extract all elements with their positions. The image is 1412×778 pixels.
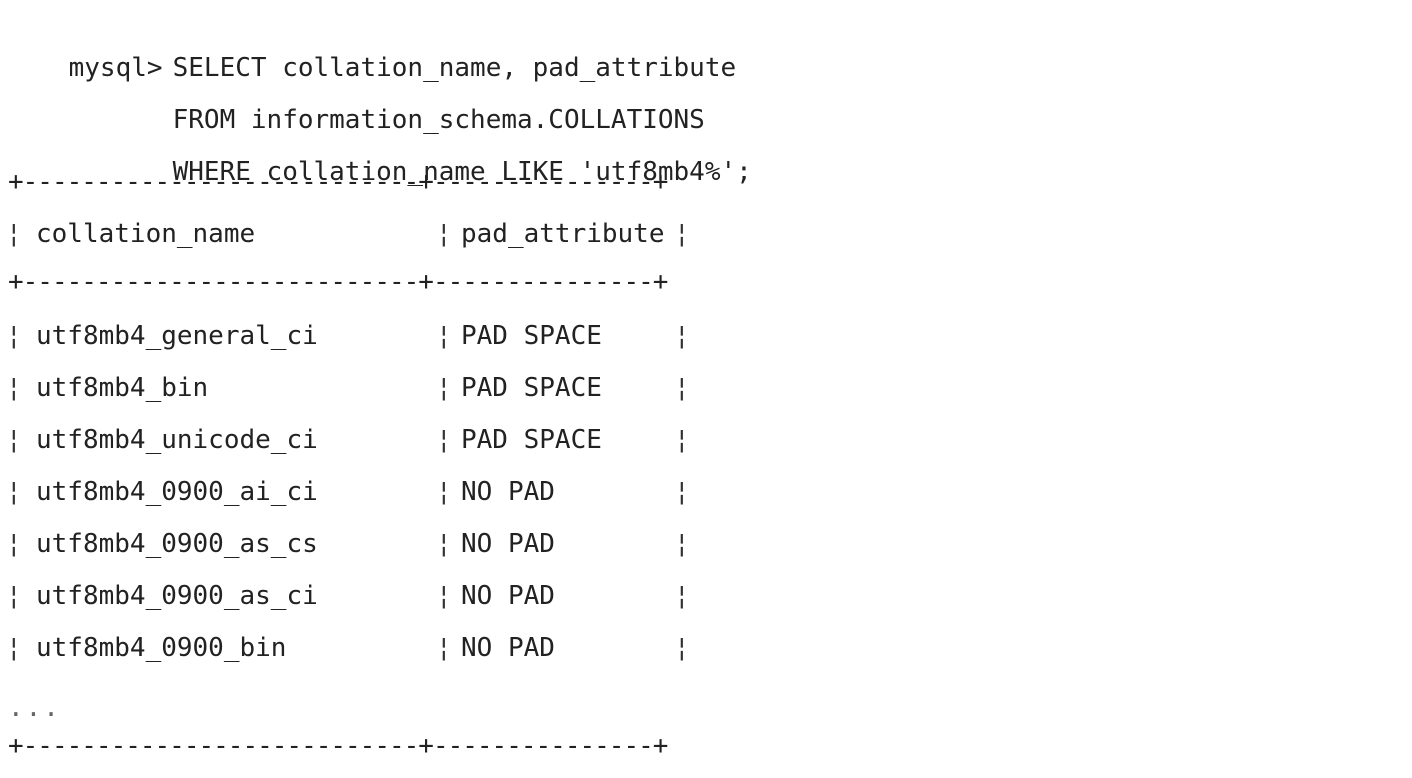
column-header-collation-name: collation_name [36,219,256,249]
cell-pad-attribute: NO PAD [461,529,555,559]
column-separator: ¦ [674,529,690,559]
table-border-bottom: +---------------------------+-----------… [8,731,668,761]
table-header-row: ¦ collation_name ¦ pad_attribute ¦ [6,214,690,254]
column-separator: ¦ [436,321,452,351]
column-separator: ¦ [6,581,22,611]
column-separator: ¦ [6,219,22,249]
column-separator: ¦ [6,425,22,455]
column-separator: ¦ [6,633,22,663]
table-row: ¦ utf8mb4_0900_ai_ci ¦ NO PAD ¦ [6,472,690,512]
cell-pad-attribute: NO PAD [461,633,555,663]
column-separator: ¦ [674,321,690,351]
table-row: ¦ utf8mb4_bin ¦ PAD SPACE ¦ [6,368,690,408]
column-separator: ¦ [674,219,690,249]
cell-pad-attribute: PAD SPACE [461,425,602,455]
column-separator: ¦ [674,477,690,507]
cell-collation-name: utf8mb4_bin [36,373,209,403]
column-separator: ¦ [436,425,452,455]
cell-pad-attribute: PAD SPACE [461,373,602,403]
column-separator: ¦ [436,373,452,403]
column-separator: ¦ [6,477,22,507]
cell-collation-name: utf8mb4_0900_as_cs [36,529,318,559]
query-line-3: WHERE collation_name LIKE 'utf8mb4%'; [6,112,752,187]
column-separator: ¦ [436,581,452,611]
table-row: ¦ utf8mb4_general_ci ¦ PAD SPACE ¦ [6,316,690,356]
column-separator: ¦ [436,477,452,507]
column-separator: ¦ [674,633,690,663]
cell-collation-name: utf8mb4_general_ci [36,321,318,351]
table-row: ¦ utf8mb4_0900_as_ci ¦ NO PAD ¦ [6,576,690,616]
column-separator: ¦ [6,373,22,403]
column-separator: ¦ [674,425,690,455]
table-border-top: +---------------------------+-----------… [8,167,668,197]
cell-collation-name: utf8mb4_unicode_ci [36,425,318,455]
column-separator: ¦ [436,529,452,559]
column-separator: ¦ [6,321,22,351]
table-row: ¦ utf8mb4_0900_bin ¦ NO PAD ¦ [6,628,690,668]
table-row: ¦ utf8mb4_unicode_ci ¦ PAD SPACE ¦ [6,420,690,460]
table-row: ¦ utf8mb4_0900_as_cs ¦ NO PAD ¦ [6,524,690,564]
query-line-1: mysql> SELECT collation_name, pad_attribu… [6,8,737,83]
query-line-2: FROM information_schema.COLLATIONS [6,60,705,135]
truncation-ellipsis: ... [8,693,61,723]
cell-pad-attribute: NO PAD [461,581,555,611]
column-separator: ¦ [436,219,452,249]
table-border-header: +---------------------------+-----------… [8,267,668,297]
column-separator: ¦ [674,373,690,403]
cell-collation-name: utf8mb4_0900_bin [36,633,287,663]
column-header-pad-attribute: pad_attribute [461,219,665,249]
cell-collation-name: utf8mb4_0900_as_ci [36,581,318,611]
column-separator: ¦ [6,529,22,559]
cell-pad-attribute: NO PAD [461,477,555,507]
cell-collation-name: utf8mb4_0900_ai_ci [36,477,318,507]
column-separator: ¦ [674,581,690,611]
column-separator: ¦ [436,633,452,663]
cell-pad-attribute: PAD SPACE [461,321,602,351]
terminal-output: mysql> SELECT collation_name, pad_attribu… [6,6,1406,772]
